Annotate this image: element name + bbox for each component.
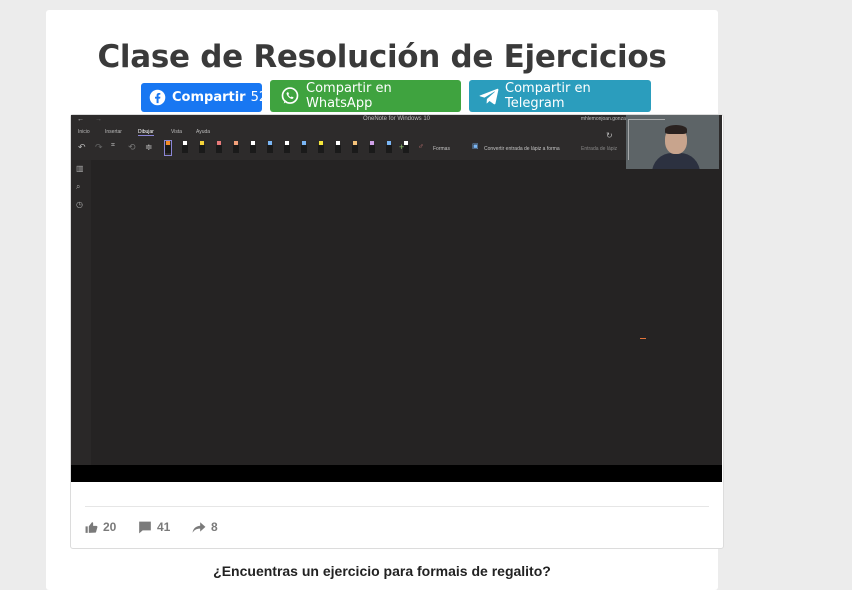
divider xyxy=(85,506,709,507)
add-pen-icon: + xyxy=(399,142,405,152)
onenote-draw-toolbar: ↶ ↷ ⌗ ⟲ ≑ + ♂ Formas ▣ Convertir entrada… xyxy=(71,131,722,160)
pen-tool xyxy=(233,141,239,155)
pen-tool xyxy=(335,141,341,155)
pen-tool xyxy=(318,141,324,155)
facebook-share-count: 52 xyxy=(250,90,268,105)
whatsapp-share-button[interactable]: Compartir en WhatsApp xyxy=(270,80,461,112)
pen-tool xyxy=(369,141,375,155)
pen-tool xyxy=(199,141,205,155)
telegram-share-button[interactable]: Compartir en Telegram xyxy=(469,80,651,112)
presenter-hair xyxy=(665,125,687,134)
telegram-icon xyxy=(479,88,499,105)
convert-icon: ▣ xyxy=(472,143,479,150)
whiteboard-lines xyxy=(628,119,665,160)
onenote-menubar: Inicio Insertar Dibujar Vista Ayuda xyxy=(71,126,722,138)
video-frame: ← → OneNote for Windows 10 mhlemonjoan.g… xyxy=(70,114,724,549)
pen-tool xyxy=(284,141,290,155)
pen-tool xyxy=(301,141,307,155)
facebook-share-label: Compartir xyxy=(172,90,246,105)
pen-tool xyxy=(352,141,358,155)
menu-insertar: Insertar xyxy=(105,129,122,135)
shares-stat[interactable]: 8 xyxy=(192,520,218,534)
search-icon: ⌕ xyxy=(76,182,81,191)
math-button: Entrada de lápiz xyxy=(581,146,618,152)
video-player[interactable]: ← → OneNote for Windows 10 mhlemonjoan.g… xyxy=(71,115,722,482)
post-card: Clase de Resolución de Ejercicios Compar… xyxy=(46,10,724,590)
thumbs-up-icon xyxy=(85,521,98,533)
pen-tool xyxy=(164,140,172,156)
menu-vista: Vista xyxy=(171,129,183,135)
comment-icon xyxy=(139,521,151,533)
telegram-share-label: Compartir en Telegram xyxy=(505,81,591,111)
video-bottom-bar xyxy=(71,465,722,482)
onenote-titlebar: ← → OneNote for Windows 10 mhlemonjoan.g… xyxy=(71,115,722,126)
whatsapp-share-label: Compartir en WhatsApp xyxy=(306,81,392,111)
shapes-icon: ♂ xyxy=(418,142,424,151)
onenote-sidebar: ▥ ⌕ ◷ xyxy=(71,160,91,465)
sync-icon: ↻ xyxy=(606,131,613,140)
undo-icon: ↶ xyxy=(78,142,86,152)
pen-tool xyxy=(250,141,256,155)
shapes-button: Formas xyxy=(433,146,450,152)
add-space-icon: ⟲ xyxy=(128,142,136,152)
share-buttons: Compartir 52 Compartir en WhatsApp Compa… xyxy=(46,80,718,114)
share-arrow-icon xyxy=(192,521,206,533)
likes-count: 20 xyxy=(103,520,117,534)
ink-stroke xyxy=(640,338,646,339)
facebook-share-button[interactable]: Compartir 52 xyxy=(141,83,267,112)
menu-inicio: Inicio xyxy=(78,129,90,135)
notebooks-icon: ▥ xyxy=(76,164,84,173)
whatsapp-icon xyxy=(281,87,299,104)
redo-icon: ↷ xyxy=(95,142,103,152)
comment-heading: ¿Encuentras un ejercicio para formais de… xyxy=(213,563,551,579)
eraser-icon: ≑ xyxy=(145,142,153,152)
menu-dibujar: Dibujar xyxy=(138,129,154,136)
likes-stat[interactable]: 20 xyxy=(85,520,116,534)
page-title: Clase de Resolución de Ejercicios xyxy=(97,39,667,75)
pen-tool xyxy=(182,141,188,155)
facebook-icon xyxy=(149,89,166,106)
recent-icon: ◷ xyxy=(76,200,83,209)
convert-button: Convertir entrada de lápiz a forma xyxy=(484,146,560,152)
pen-tool xyxy=(216,141,222,155)
webcam-overlay xyxy=(626,115,719,169)
comments-count: 41 xyxy=(157,520,171,534)
comments-stat[interactable]: 41 xyxy=(138,520,170,534)
pen-tool xyxy=(267,141,273,155)
pen-tool xyxy=(386,141,392,155)
lasso-icon: ⌗ xyxy=(111,142,115,149)
shares-count: 8 xyxy=(211,520,218,534)
menu-ayuda: Ayuda xyxy=(196,129,211,135)
